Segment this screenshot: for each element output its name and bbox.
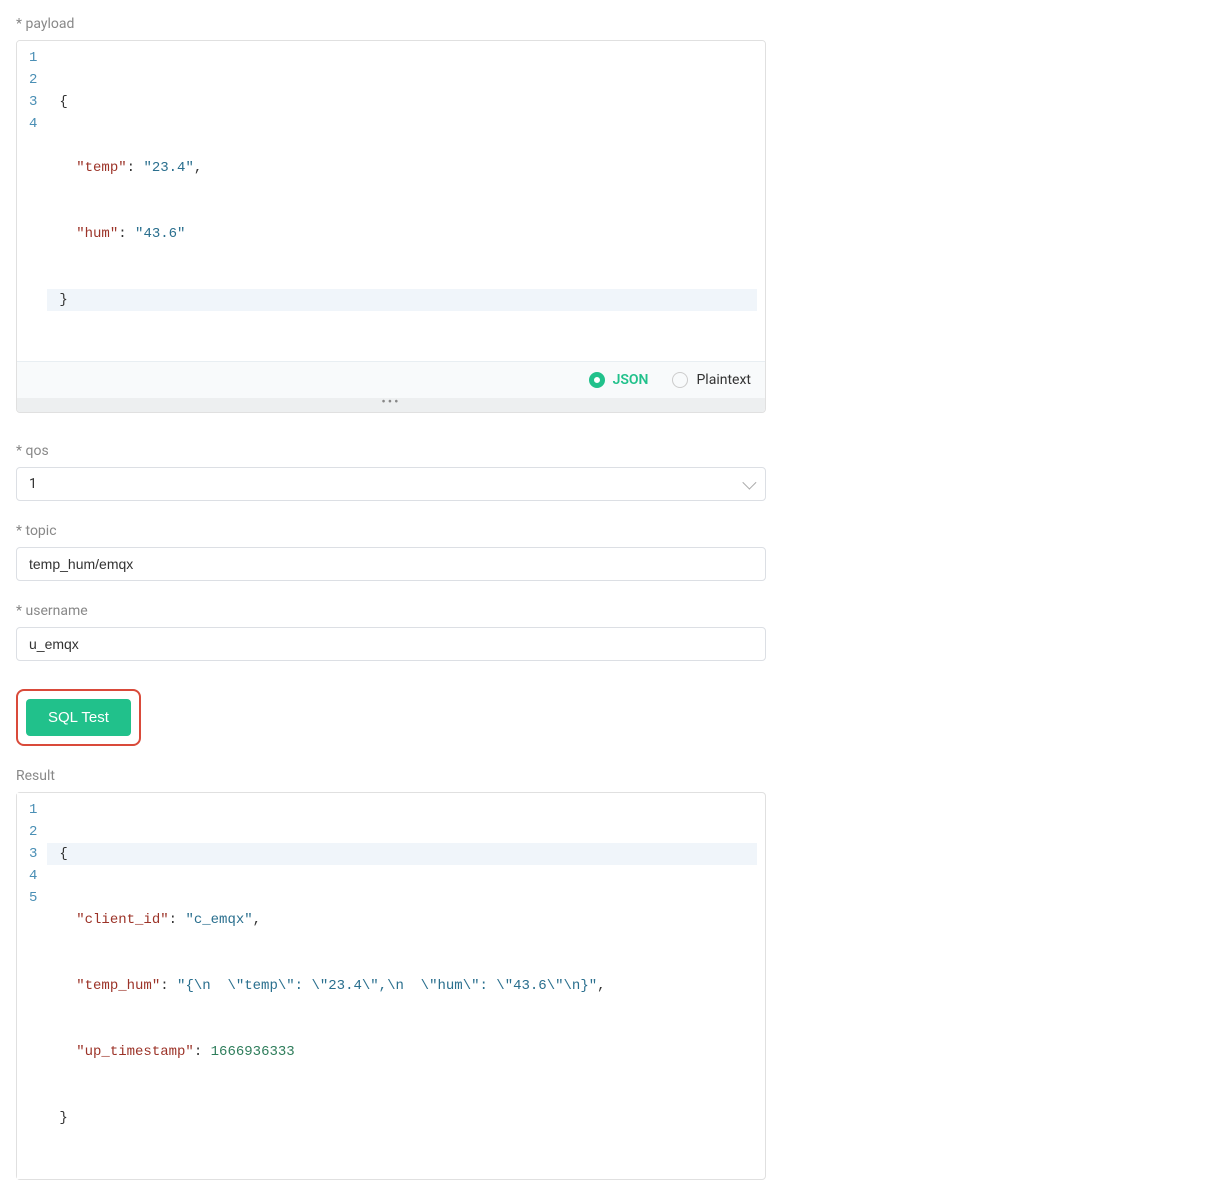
payload-code[interactable]: { "temp": "23.4", "hum": "43.6" } <box>47 41 765 361</box>
result-label: Result <box>16 768 766 784</box>
result-editor[interactable]: 1 2 3 4 5 { "client_id": "c_emqx", "temp… <box>16 792 766 1180</box>
radio-checked-icon <box>589 372 605 388</box>
qos-select[interactable]: 1 <box>16 467 766 501</box>
qos-value: 1 <box>29 476 37 492</box>
topic-label: * topic <box>16 523 766 539</box>
radio-unchecked-icon <box>672 372 688 388</box>
qos-label: * qos <box>16 443 766 459</box>
payload-gutter: 1 2 3 4 <box>17 41 47 361</box>
username-input[interactable] <box>16 627 766 661</box>
username-label: * username <box>16 603 766 619</box>
format-json-radio[interactable]: JSON <box>589 372 649 388</box>
payload-label: * payload <box>16 16 766 32</box>
format-plaintext-radio[interactable]: Plaintext <box>672 372 751 388</box>
sql-test-button[interactable]: SQL Test <box>26 699 131 736</box>
topic-input[interactable] <box>16 547 766 581</box>
payload-editor[interactable]: 1 2 3 4 { "temp": "23.4", "hum": "43.6" … <box>16 40 766 413</box>
resize-handle[interactable]: ••• <box>17 398 765 412</box>
chevron-down-icon <box>742 476 756 490</box>
result-gutter: 1 2 3 4 5 <box>17 793 47 1179</box>
sql-test-highlight: SQL Test <box>16 689 141 746</box>
format-bar: JSON Plaintext <box>17 361 765 398</box>
result-code[interactable]: { "client_id": "c_emqx", "temp_hum": "{\… <box>47 793 765 1179</box>
